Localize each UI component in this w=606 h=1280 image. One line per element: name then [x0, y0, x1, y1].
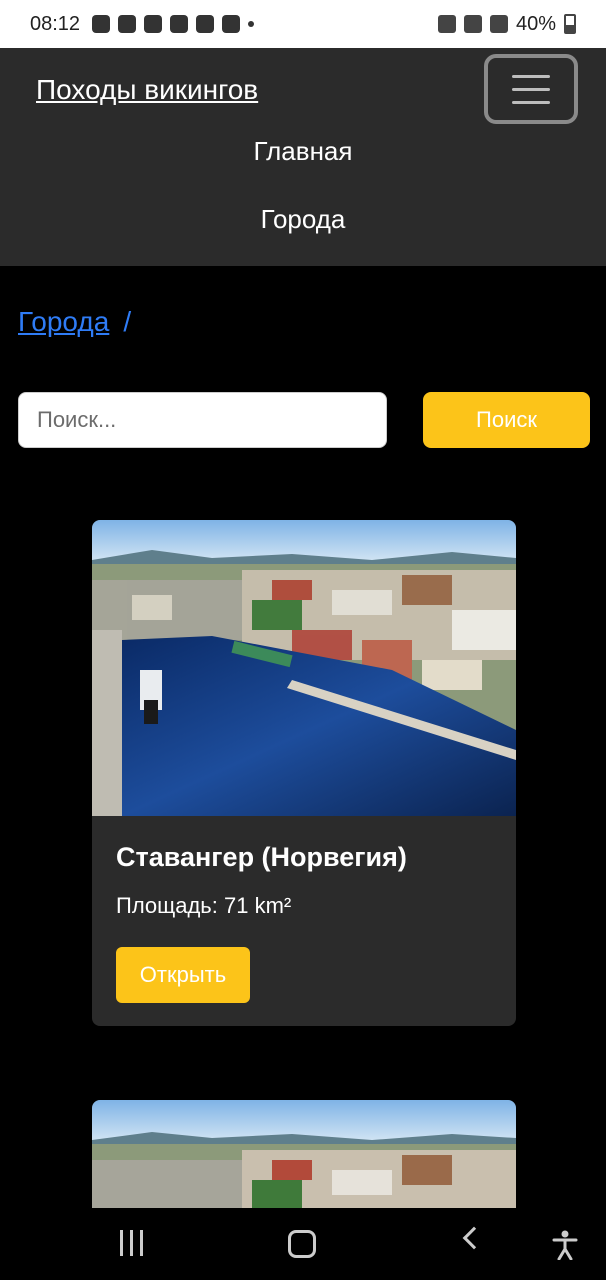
- city-photo: [92, 520, 516, 816]
- status-time: 08:12: [30, 12, 81, 35]
- menu-toggle-button[interactable]: [484, 54, 578, 124]
- nav-link-cities[interactable]: Города: [0, 204, 606, 235]
- battery-icon: [564, 14, 576, 34]
- warning-icon: [170, 15, 189, 33]
- search-input[interactable]: [18, 392, 387, 448]
- notification-icons: [92, 15, 255, 33]
- clover-icon: [118, 15, 137, 33]
- system-navigation-bar: [0, 1208, 606, 1280]
- wifi-icon: [463, 15, 482, 33]
- hamburger-icon: [512, 74, 550, 78]
- nav-link-home[interactable]: Главная: [0, 136, 606, 167]
- signal-icon: [489, 15, 508, 33]
- breadcrumb: Города /: [18, 306, 131, 338]
- snapchat-icon: [92, 15, 111, 33]
- city-card: Ставангер (Норвегия) Площадь: 71 km² Отк…: [92, 520, 516, 1026]
- card-title: Ставангер (Норвегия): [116, 842, 407, 872]
- battery-percent: 40%: [515, 12, 556, 35]
- breadcrumb-separator: /: [123, 306, 132, 337]
- mute-icon: [437, 15, 456, 33]
- navbar: Походы викингов Главная Города: [0, 48, 606, 266]
- facebook-icon: [144, 15, 163, 33]
- breadcrumb-item-cities[interactable]: Города: [18, 306, 109, 338]
- back-icon[interactable]: [462, 1226, 486, 1250]
- brand-link[interactable]: Походы викингов: [36, 74, 258, 106]
- snapchat-icon: [196, 15, 215, 33]
- search-button[interactable]: Поиск: [423, 392, 590, 448]
- card-area: Площадь: 71 km²: [116, 893, 292, 918]
- status-bar: 08:12 40%: [0, 0, 606, 48]
- card-body: Ставангер (Норвегия) Площадь: 71 km² Отк…: [92, 842, 516, 1003]
- more-dot-icon: [248, 21, 255, 27]
- send-icon: [222, 15, 241, 33]
- open-button[interactable]: Открыть: [116, 947, 250, 1003]
- recents-icon[interactable]: [120, 1230, 143, 1256]
- accessibility-icon[interactable]: [552, 1230, 578, 1265]
- system-icons: 40%: [437, 12, 576, 36]
- home-icon[interactable]: [288, 1230, 316, 1258]
